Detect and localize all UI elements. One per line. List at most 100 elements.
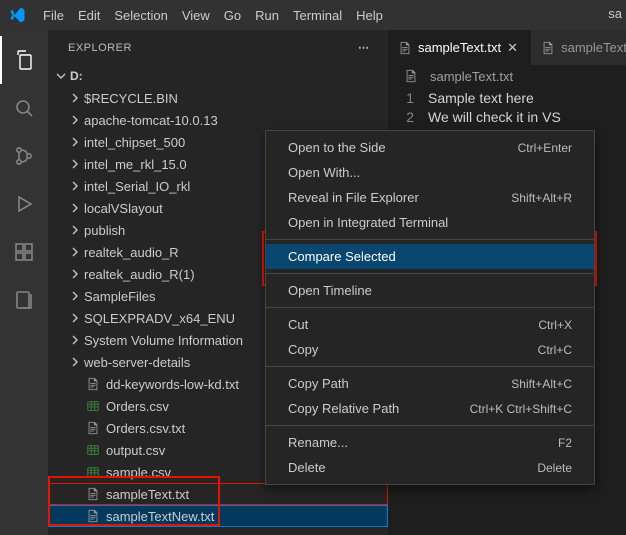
tree-item-label: SampleFiles: [84, 289, 156, 304]
chevron-right-icon: [68, 268, 82, 280]
tree-item-label: SQLEXPRADV_x64_ENU: [84, 311, 235, 326]
menu-item-shortcut: Shift+Alt+C: [511, 377, 572, 391]
tree-item-label: dd-keywords-low-kd.txt: [106, 377, 239, 392]
menu-item-label: Copy Relative Path: [288, 401, 399, 416]
code-line[interactable]: Sample text here: [428, 89, 626, 108]
menu-item-shortcut: Delete: [537, 461, 572, 475]
tree-item[interactable]: sampleTextNew.txt: [48, 505, 388, 527]
breadcrumb[interactable]: sampleText.txt: [388, 65, 626, 87]
close-icon[interactable]: ✕: [507, 40, 521, 56]
context-menu-item[interactable]: CutCtrl+X: [266, 312, 594, 337]
context-menu-item[interactable]: Rename... F2: [266, 430, 594, 455]
txt-file-icon: [84, 377, 102, 391]
vscode-logo-icon: [8, 6, 26, 24]
editor-tab[interactable]: sampleText.txt ✕: [388, 30, 531, 65]
menu-separator: [266, 425, 594, 426]
context-menu-item[interactable]: Copy Ctrl+C: [266, 337, 594, 362]
tree-item-label: System Volume Information: [84, 333, 243, 348]
context-menu-item[interactable]: Open in Integrated Terminal: [266, 210, 594, 235]
menu-separator: [266, 307, 594, 308]
tree-item-label: intel_Serial_IO_rkl: [84, 179, 190, 194]
menu-item-shortcut: Ctrl+K Ctrl+Shift+C: [470, 402, 572, 416]
explorer-icon[interactable]: [0, 36, 48, 84]
window-title: sa: [608, 6, 622, 21]
context-menu-item[interactable]: Open Timeline: [266, 278, 594, 303]
tree-item-label: realtek_audio_R(1): [84, 267, 195, 282]
activity-bar: [0, 30, 48, 535]
context-menu-item[interactable]: Delete Delete: [266, 455, 594, 480]
txt-file-icon: [84, 487, 102, 501]
line-number: 2: [388, 108, 414, 127]
source-control-icon[interactable]: [0, 132, 48, 180]
menu-item-label: Open Timeline: [288, 283, 372, 298]
chevron-right-icon: [68, 334, 82, 346]
more-actions-icon[interactable]: ⋯: [358, 41, 370, 54]
chevron-right-icon: [68, 158, 82, 170]
tree-root[interactable]: D:: [48, 65, 388, 87]
csv-file-icon: [84, 443, 102, 457]
extensions-icon[interactable]: [0, 228, 48, 276]
tree-item-label: Orders.csv: [106, 399, 169, 414]
menu-item-label: Open in Integrated Terminal: [288, 215, 448, 230]
menu-item-label: Copy Path: [288, 376, 349, 391]
chevron-right-icon: [68, 246, 82, 258]
context-menu-item[interactable]: Open With...: [266, 160, 594, 185]
chevron-right-icon: [68, 202, 82, 214]
tree-item[interactable]: apache-tomcat-10.0.13: [48, 109, 388, 131]
menu-edit[interactable]: Edit: [71, 4, 107, 27]
chevron-down-icon: [54, 70, 68, 82]
tree-item-label: sampleTextNew.txt: [106, 509, 214, 524]
menu-item-label: Copy: [288, 342, 318, 357]
chevron-right-icon: [68, 114, 82, 126]
chevron-right-icon: [68, 92, 82, 104]
tree-item-label: sampleText.txt: [106, 487, 189, 502]
tab-label: sampleText: [561, 40, 626, 55]
csv-file-icon: [84, 399, 102, 413]
chevron-right-icon: [68, 356, 82, 368]
menu-help[interactable]: Help: [349, 4, 390, 27]
context-menu-item[interactable]: Compare Selected: [266, 244, 594, 269]
tree-item[interactable]: sampleText.txt: [48, 483, 388, 505]
code-line[interactable]: We will check it in VS: [428, 108, 626, 127]
csv-file-icon: [84, 465, 102, 479]
menu-item-label: Reveal in File Explorer: [288, 190, 419, 205]
tree-item[interactable]: $RECYCLE.BIN: [48, 87, 388, 109]
chevron-right-icon: [68, 224, 82, 236]
editor-tab[interactable]: sampleText: [531, 30, 626, 65]
menu-item-label: Delete: [288, 460, 326, 475]
menu-separator: [266, 273, 594, 274]
tree-item-label: publish: [84, 223, 125, 238]
tree-item-label: $RECYCLE.BIN: [84, 91, 178, 106]
menu-file[interactable]: File: [36, 4, 71, 27]
search-icon[interactable]: [0, 84, 48, 132]
references-icon[interactable]: [0, 276, 48, 324]
menu-go[interactable]: Go: [217, 4, 248, 27]
context-menu: Open to the SideCtrl+Enter Open With... Re…: [265, 130, 595, 485]
menu-item-label: Cut: [288, 317, 308, 332]
tree-root-label: D:: [70, 69, 83, 83]
context-menu-item[interactable]: Copy Path Shift+Alt+C: [266, 371, 594, 396]
run-debug-icon[interactable]: [0, 180, 48, 228]
menu-item-shortcut: F2: [558, 436, 572, 450]
menu-selection[interactable]: Selection: [107, 4, 174, 27]
line-number: 1: [388, 89, 414, 108]
chevron-right-icon: [68, 180, 82, 192]
menu-view[interactable]: View: [175, 4, 217, 27]
breadcrumb-label: sampleText.txt: [430, 69, 513, 84]
menubar: FileEditSelectionViewGoRunTerminalHelp s…: [0, 0, 626, 30]
menu-item-label: Open With...: [288, 165, 360, 180]
context-menu-item[interactable]: Open to the SideCtrl+Enter: [266, 135, 594, 160]
context-menu-item[interactable]: Reveal in File Explorer Shift+Alt+R: [266, 185, 594, 210]
menu-terminal[interactable]: Terminal: [286, 4, 349, 27]
context-menu-item[interactable]: Copy Relative Path Ctrl+K Ctrl+Shift+C: [266, 396, 594, 421]
tab-label: sampleText.txt: [418, 40, 501, 55]
menu-item-label: Open to the Side: [288, 140, 386, 155]
menu-item-label: Rename...: [288, 435, 348, 450]
menu-item-shortcut: Ctrl+C: [538, 343, 572, 357]
menu-run[interactable]: Run: [248, 4, 286, 27]
menu-item-shortcut: Shift+Alt+R: [511, 191, 572, 205]
tree-item-label: realtek_audio_R: [84, 245, 179, 260]
chevron-right-icon: [68, 136, 82, 148]
chevron-right-icon: [68, 312, 82, 324]
txt-file-icon: [84, 421, 102, 435]
